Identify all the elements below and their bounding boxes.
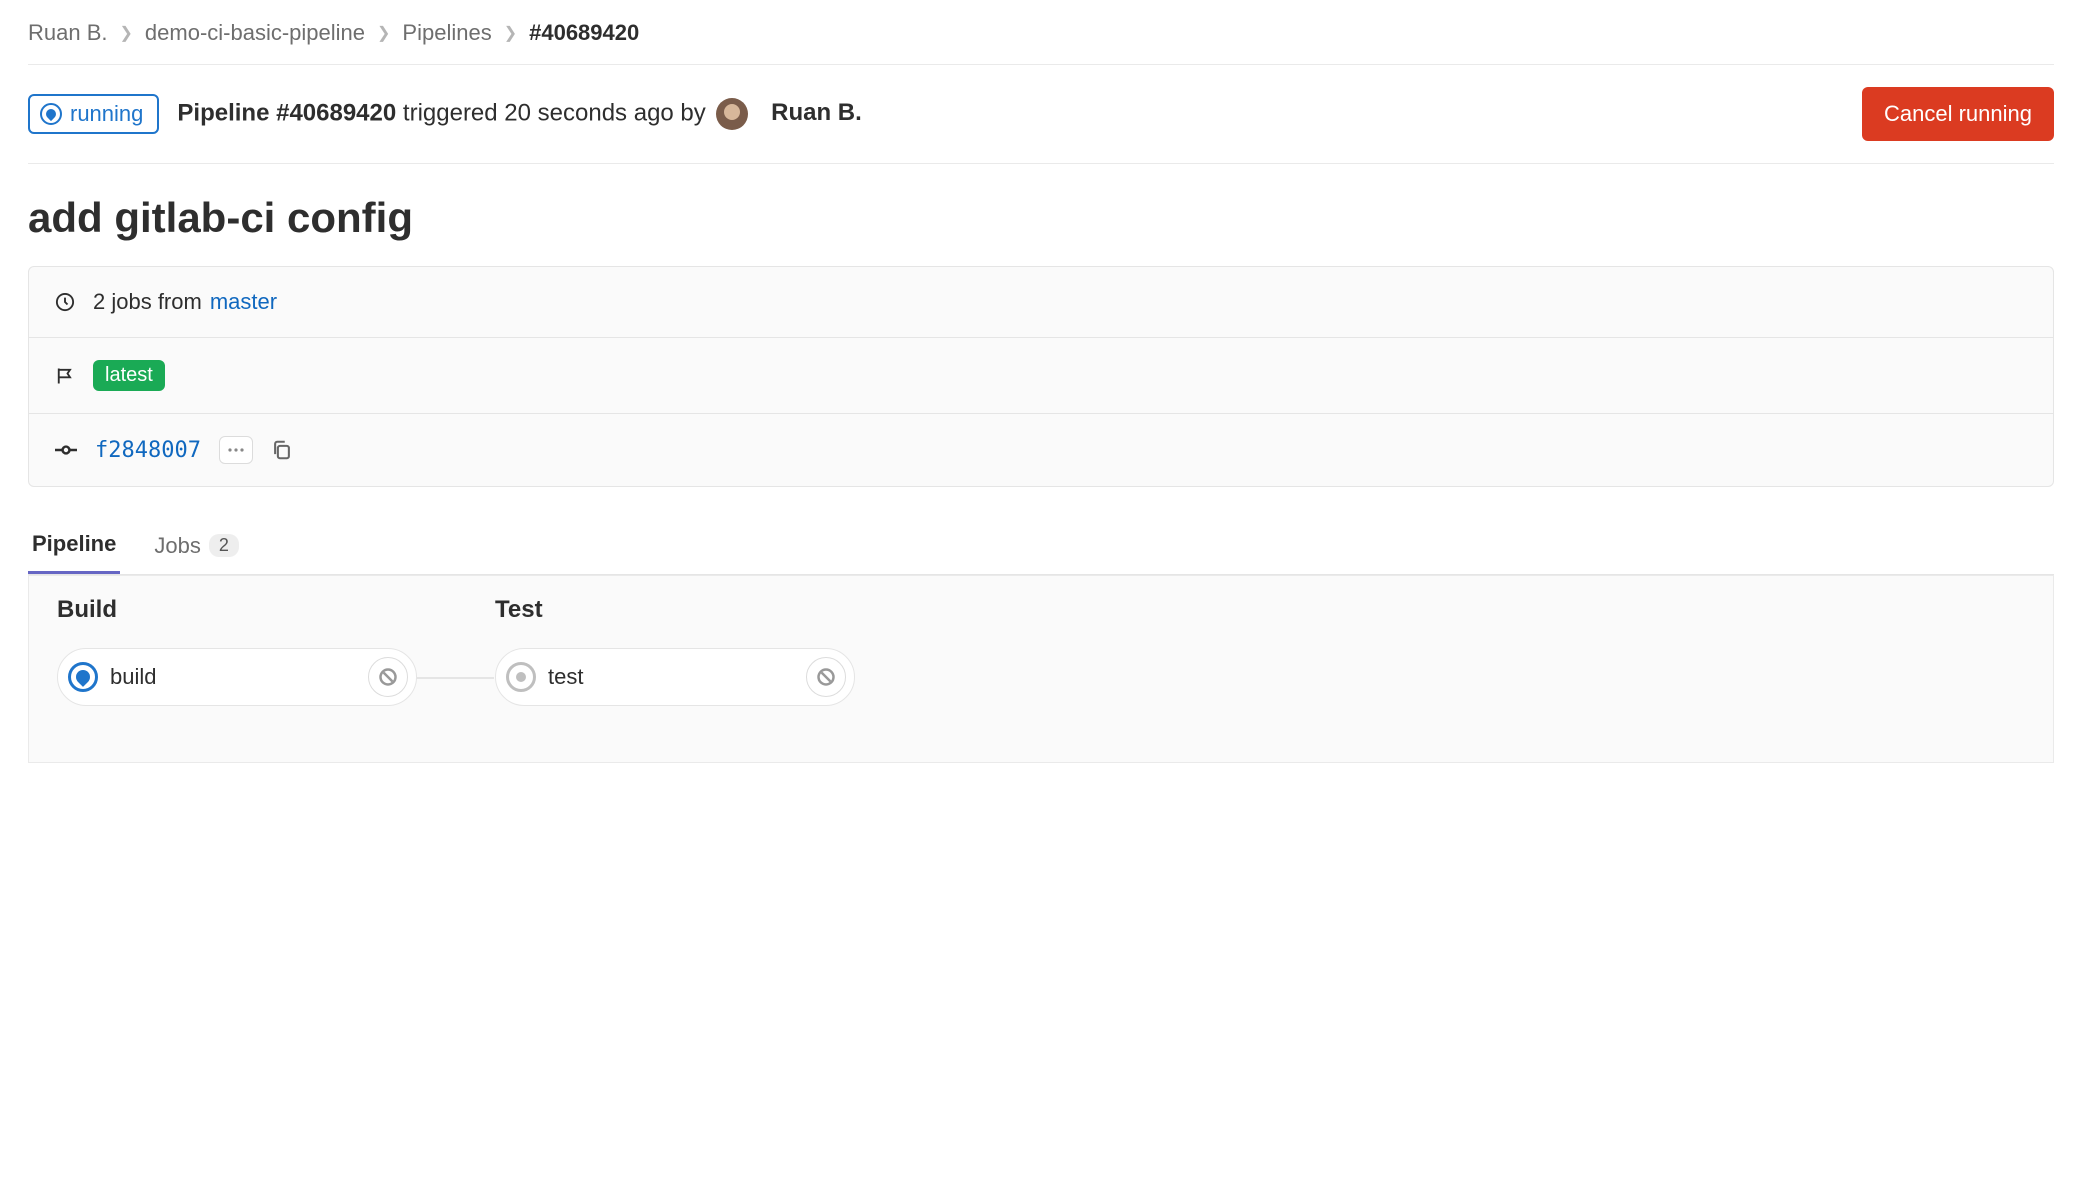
- stage-title: Build: [57, 596, 417, 624]
- running-icon: [68, 662, 98, 692]
- chevron-right-icon: ❯: [120, 23, 133, 43]
- stage-test: Test test: [495, 596, 855, 706]
- stages-row: Build build Test test: [57, 596, 2025, 706]
- job-build[interactable]: build: [57, 648, 417, 706]
- more-options-button[interactable]: [219, 436, 253, 464]
- pipeline-header: running Pipeline #40689420 triggered 20 …: [28, 65, 2054, 164]
- pipeline-info-box: 2 jobs from master latest f2848007: [28, 266, 2054, 487]
- flag-icon: [55, 366, 75, 386]
- chevron-right-icon: ❯: [377, 23, 390, 43]
- latest-tag-badge: latest: [93, 360, 165, 391]
- commit-hash-link[interactable]: f2848007: [95, 438, 201, 463]
- created-icon: [506, 662, 536, 692]
- pipeline-id[interactable]: #40689420: [276, 99, 396, 126]
- info-commit-row: f2848007: [29, 414, 2053, 486]
- branch-link[interactable]: master: [210, 289, 277, 315]
- job-name: build: [110, 664, 356, 690]
- commit-title: add gitlab-ci config: [28, 164, 2054, 266]
- jobs-count-badge: 2: [209, 534, 239, 557]
- running-icon: [40, 103, 62, 125]
- breadcrumb-owner[interactable]: Ruan B.: [28, 20, 108, 46]
- cancel-job-button[interactable]: [368, 657, 408, 697]
- author-name[interactable]: Ruan B.: [771, 99, 862, 126]
- status-text: running: [70, 101, 143, 127]
- stage-title: Test: [495, 596, 855, 624]
- cancel-job-button[interactable]: [806, 657, 846, 697]
- cancel-running-button[interactable]: Cancel running: [1862, 87, 2054, 141]
- pipeline-label: Pipeline: [177, 99, 269, 126]
- copy-commit-button[interactable]: [271, 439, 293, 461]
- stage-connector: [416, 677, 494, 679]
- breadcrumb-current: #40689420: [529, 20, 639, 46]
- info-jobs-row: 2 jobs from master: [29, 267, 2053, 338]
- breadcrumb-section[interactable]: Pipelines: [402, 20, 491, 46]
- triggered-text: triggered 20 seconds ago by: [403, 99, 706, 126]
- tab-jobs[interactable]: Jobs 2: [150, 517, 243, 574]
- status-badge-running[interactable]: running: [28, 94, 159, 134]
- pipeline-tabs: Pipeline Jobs 2: [28, 517, 2054, 575]
- jobs-count-text: 2 jobs from: [93, 289, 202, 315]
- tab-pipeline[interactable]: Pipeline: [28, 517, 120, 574]
- avatar[interactable]: [716, 98, 748, 130]
- breadcrumb-project[interactable]: demo-ci-basic-pipeline: [145, 20, 365, 46]
- job-name: test: [548, 664, 794, 690]
- chevron-right-icon: ❯: [504, 23, 517, 43]
- tab-pipeline-label: Pipeline: [32, 531, 116, 557]
- tab-jobs-label: Jobs: [154, 533, 200, 559]
- info-tag-row: latest: [29, 338, 2053, 414]
- pipeline-graph: Build build Test test: [28, 575, 2054, 763]
- job-test[interactable]: test: [495, 648, 855, 706]
- pipeline-summary: Pipeline #40689420 triggered 20 seconds …: [177, 98, 861, 130]
- breadcrumb: Ruan B. ❯ demo-ci-basic-pipeline ❯ Pipel…: [28, 20, 2054, 65]
- clock-icon: [55, 292, 75, 312]
- stage-build: Build build: [57, 596, 417, 706]
- commit-icon: [55, 439, 77, 461]
- pipeline-header-left: running Pipeline #40689420 triggered 20 …: [28, 94, 862, 134]
